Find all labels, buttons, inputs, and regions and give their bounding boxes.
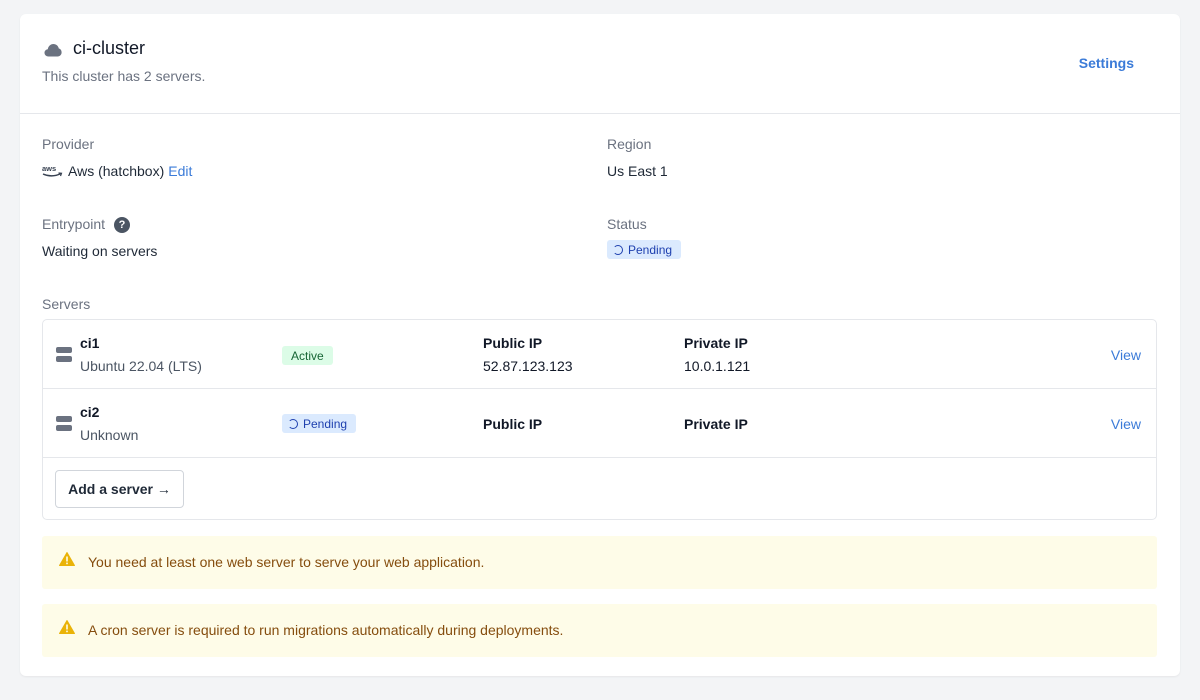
private-ip-label: Private IP [684,416,748,432]
entrypoint-value: Waiting on servers [42,243,158,259]
region-label: Region [607,136,652,152]
cluster-subtitle: This cluster has 2 servers. [42,68,206,84]
aws-logo: aws [42,164,63,177]
public-ip-label: Public IP [483,335,543,351]
add-server-button[interactable]: Add a server → [55,470,184,508]
alert-cron-server: A cron server is required to run migrati… [42,604,1157,657]
cluster-header: ci-cluster This cluster has 2 servers. S… [20,14,1180,114]
warning-triangle-icon [59,552,75,566]
server-name: ci1 [80,335,100,351]
entrypoint-label: Entrypoint [42,216,106,232]
server-icon [56,416,72,431]
view-server-link[interactable]: View [1111,416,1141,432]
server-os: Unknown [80,427,139,443]
alert-text: You need at least one web server to serv… [88,554,485,570]
provider-label: Provider [42,136,95,152]
status-badge: Pending [607,240,682,259]
cluster-card: ci-cluster This cluster has 2 servers. S… [20,14,1180,676]
status-badge-text: Pending [628,242,673,257]
server-icon [56,347,72,362]
spinner-icon [613,244,623,255]
status-label: Status [607,216,647,232]
alert-web-server: You need at least one web server to serv… [42,536,1157,589]
public-ip-label: Public IP [483,416,543,432]
alert-text: A cron server is required to run migrati… [88,622,564,638]
cloud-icon [44,44,62,57]
region-value: Us East 1 [607,163,668,179]
spinner-icon [288,418,298,429]
svg-text:aws: aws [42,164,56,173]
server-name: ci2 [80,404,100,420]
view-server-link[interactable]: View [1111,347,1141,363]
private-ip-value: 10.0.1.121 [684,358,751,374]
server-os: Ubuntu 22.04 (LTS) [80,358,202,374]
provider-value: Aws (hatchbox) [68,163,165,179]
server-status-badge: Active [282,346,333,365]
server-row: ci2 Unknown Pending Public IP Private IP… [43,389,1156,458]
question-circle-icon[interactable]: ? [114,217,130,233]
server-status-badge: Pending [282,414,357,433]
servers-label: Servers [42,296,91,312]
edit-provider-link[interactable]: Edit [168,163,192,179]
server-row: ci1 Ubuntu 22.04 (LTS) Active Public IP … [43,320,1156,389]
settings-link[interactable]: Settings [1079,55,1134,71]
public-ip-value: 52.87.123.123 [483,358,573,374]
private-ip-label: Private IP [684,335,748,351]
warning-triangle-icon [59,620,75,634]
provider-value-row: Aws (hatchbox) Edit [68,163,192,179]
server-status-text: Pending [303,416,348,431]
servers-list: ci1 Ubuntu 22.04 (LTS) Active Public IP … [42,319,1157,520]
cluster-title: ci-cluster [73,38,146,58]
